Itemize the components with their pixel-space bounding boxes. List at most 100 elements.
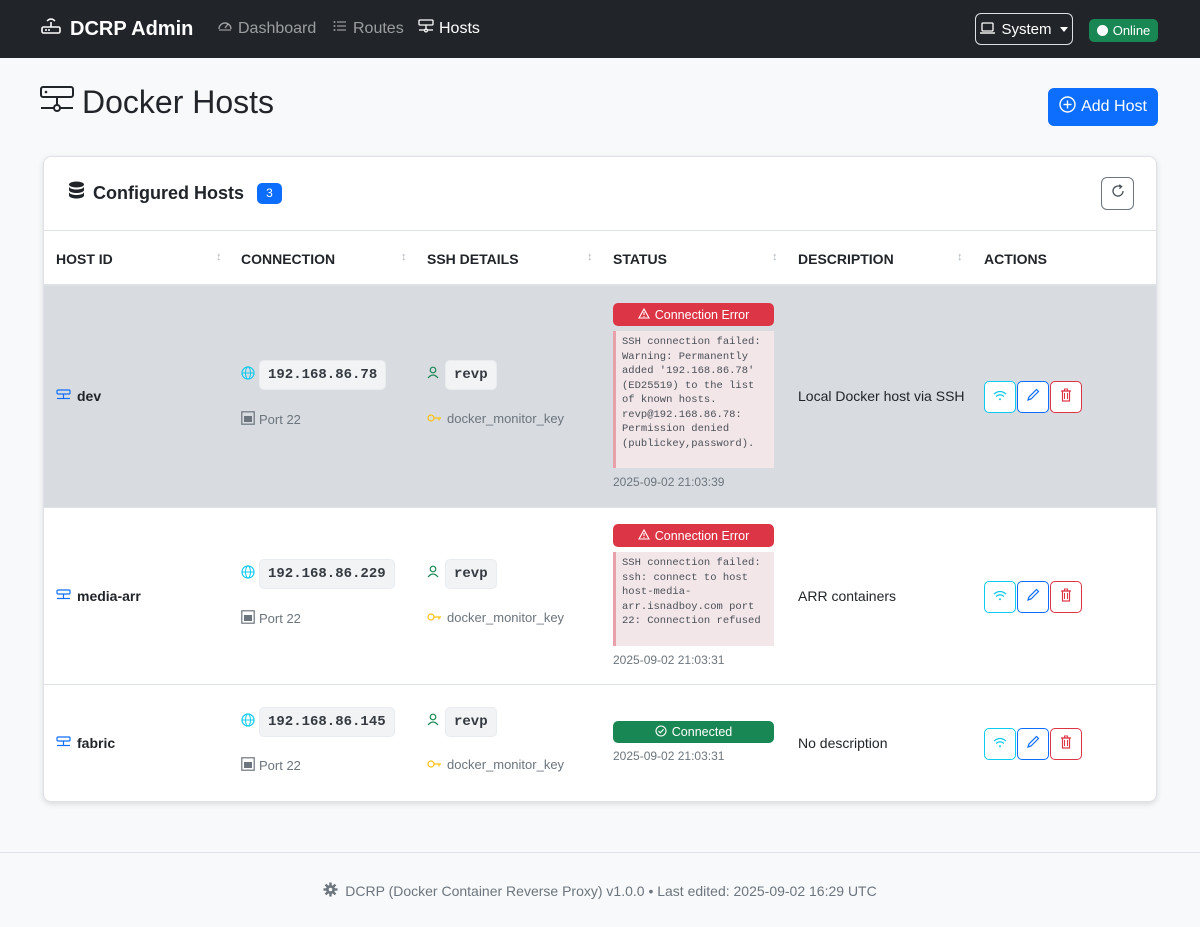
status-dot-icon	[1096, 25, 1108, 36]
trash-icon	[1060, 388, 1072, 407]
wifi-icon	[993, 735, 1007, 753]
key-icon	[427, 610, 442, 625]
col-status[interactable]: STATUS	[613, 251, 667, 267]
port-text: Port 22	[259, 611, 301, 626]
laptop-icon	[980, 21, 996, 38]
host-id-text: media-arr	[77, 588, 141, 604]
port-info: Port 22	[241, 411, 301, 428]
delete-host-button[interactable]	[1050, 581, 1082, 613]
brand[interactable]: DCRP Admin	[40, 16, 193, 42]
globe-icon	[241, 365, 255, 385]
brand-name: DCRP Admin	[70, 17, 194, 40]
pencil-icon	[1026, 735, 1040, 754]
online-status-badge: Online	[1089, 19, 1158, 42]
nav-dashboard[interactable]: Dashboard	[217, 18, 316, 39]
host-id-cell: fabric	[56, 735, 115, 751]
col-connection[interactable]: CONNECTION	[241, 251, 335, 267]
status-text: Connection Error	[654, 528, 750, 543]
add-host-button[interactable]: Add Host	[1048, 88, 1158, 126]
sort-icon[interactable]: ↕	[772, 251, 778, 263]
port-info: Port 22	[241, 757, 301, 774]
ssh-key: docker_monitor_key	[427, 411, 564, 426]
nav-hosts-label: Hosts	[439, 19, 480, 37]
wifi-icon	[993, 388, 1007, 406]
col-actions: ACTIONS	[984, 251, 1047, 267]
sort-icon[interactable]: ↕	[587, 251, 593, 263]
edit-host-button[interactable]	[1017, 728, 1049, 760]
edit-host-button[interactable]	[1017, 581, 1049, 613]
globe-icon	[241, 564, 255, 584]
nav-hosts[interactable]: Hosts	[418, 18, 480, 39]
test-connection-button[interactable]	[984, 381, 1016, 413]
status-text: Connected	[671, 725, 733, 739]
table-row[interactable]: fabric 192.168.86.145 Port 22 revp docke…	[44, 685, 1156, 801]
plus-circle-icon	[1059, 96, 1076, 118]
table-header: HOST ID ↕ CONNECTION ↕ SSH DETAILS ↕ STA…	[44, 231, 1156, 286]
ip-text: 192.168.86.145	[259, 707, 395, 737]
error-message: SSH connection failed: ssh: connect to h…	[613, 552, 774, 646]
add-host-label: Add Host	[1081, 98, 1147, 115]
ip-address: 192.168.86.78	[241, 360, 387, 390]
status-badge: Connection Error	[613, 303, 774, 326]
ssh-user-text: revp	[445, 559, 497, 589]
top-navbar: DCRP Admin Dashboard Routes Hosts System…	[0, 0, 1200, 58]
col-description[interactable]: DESCRIPTION	[798, 251, 894, 267]
page-title-text: Docker Hosts	[82, 84, 275, 120]
port-text: Port 22	[259, 412, 301, 427]
pencil-icon	[1026, 588, 1040, 607]
sort-icon[interactable]: ↕	[216, 251, 222, 263]
ip-text: 192.168.86.78	[259, 360, 387, 390]
database-icon	[68, 181, 85, 205]
check-circle-icon	[655, 724, 667, 740]
col-host-id[interactable]: HOST ID	[56, 251, 113, 267]
edit-host-button[interactable]	[1017, 381, 1049, 413]
test-connection-button[interactable]	[984, 581, 1016, 613]
card-title: Configured Hosts 3	[68, 181, 282, 205]
status-timestamp: 2025-09-02 21:03:31	[613, 749, 725, 763]
ssh-key-text: docker_monitor_key	[447, 757, 565, 772]
status-text: Connection Error	[654, 307, 750, 322]
sort-icon[interactable]: ↕	[401, 251, 407, 263]
card-title-text: Configured Hosts	[93, 182, 244, 203]
footer-info: DCRP (Docker Container Reverse Proxy) v1…	[0, 882, 1200, 900]
warning-triangle-icon	[637, 307, 650, 322]
footer-text: DCRP (Docker Container Reverse Proxy) v1…	[345, 883, 877, 899]
host-count-badge: 3	[257, 182, 282, 204]
key-icon	[427, 757, 442, 772]
gear-icon	[323, 882, 338, 900]
configured-hosts-card: Configured Hosts 3 HOST ID ↕ CONNECTION …	[43, 156, 1157, 802]
wifi-icon	[993, 588, 1007, 606]
table-row[interactable]: media-arr 192.168.86.229 Port 22 revp do…	[44, 508, 1156, 685]
globe-icon	[241, 712, 255, 732]
card-header: Configured Hosts 3	[44, 157, 1156, 231]
speedometer-icon	[217, 18, 233, 39]
ssh-user-text: revp	[445, 360, 497, 390]
hdd-network-icon	[40, 84, 74, 121]
sort-icon[interactable]: ↕	[957, 251, 963, 263]
refresh-button[interactable]	[1101, 177, 1134, 210]
host-id-text: dev	[77, 388, 102, 404]
nav-routes[interactable]: Routes	[332, 18, 404, 39]
error-message: SSH connection failed: Warning: Permanen…	[613, 331, 774, 468]
status-badge: Connection Error	[613, 524, 774, 547]
delete-host-button[interactable]	[1050, 381, 1082, 413]
ethernet-icon	[241, 411, 255, 428]
person-icon	[427, 366, 439, 384]
host-id-cell: dev	[56, 388, 101, 404]
ssh-key: docker_monitor_key	[427, 757, 564, 772]
description: ARR containers	[798, 588, 897, 604]
table-row[interactable]: dev 192.168.86.78 Port 22 revp docker_mo…	[44, 286, 1156, 508]
status-badge: Connected	[613, 721, 774, 743]
col-ssh-details[interactable]: SSH DETAILS	[427, 251, 519, 267]
system-theme-dropdown[interactable]: System	[975, 13, 1073, 45]
trash-icon	[1060, 588, 1072, 607]
test-connection-button[interactable]	[984, 728, 1016, 760]
delete-host-button[interactable]	[1050, 728, 1082, 760]
caret-down-icon	[1059, 26, 1068, 32]
ssh-user: revp	[427, 360, 497, 390]
port-text: Port 22	[259, 758, 301, 773]
hdd-network-icon	[56, 588, 71, 604]
status-timestamp: 2025-09-02 21:03:39	[613, 475, 725, 489]
hdd-network-icon	[56, 735, 71, 751]
refresh-icon	[1111, 184, 1125, 203]
